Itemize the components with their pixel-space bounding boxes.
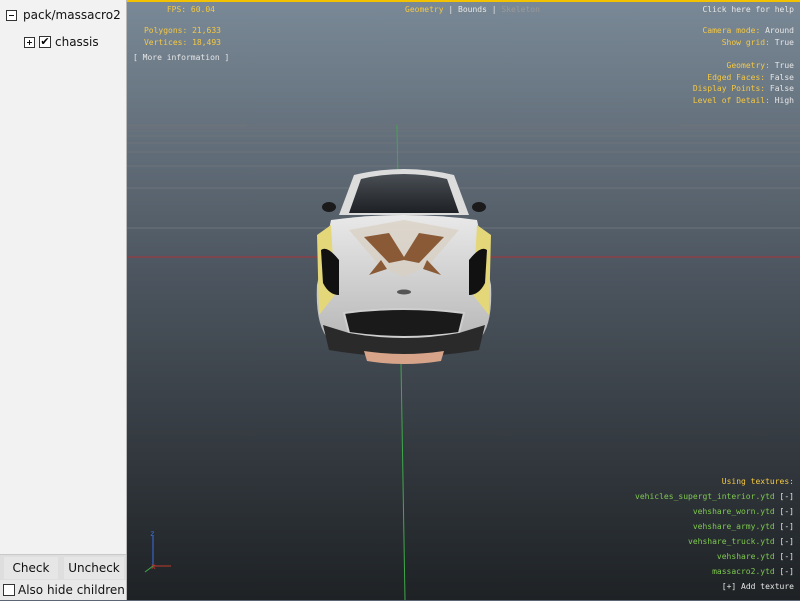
remove-texture-button[interactable]: [-] (780, 507, 794, 516)
chassis-checkbox[interactable]: ✔ (39, 36, 51, 48)
texture-name[interactable]: vehshare.ytd (717, 552, 775, 561)
3d-viewport[interactable]: FPS: 60.04 Polygons: 21,633 Vertices: 18… (127, 0, 800, 600)
texture-name[interactable]: vehshare_army.ytd (693, 522, 775, 531)
show-grid-value[interactable]: True (775, 38, 794, 47)
fps-readout: FPS: 60.04 (166, 5, 215, 14)
also-hide-children-label: Also hide children (18, 583, 125, 597)
tab-separator: | (491, 5, 497, 14)
view-tabs: Geometry | Bounds | Skeleton (405, 4, 540, 16)
tree-child-row[interactable]: ✔ chassis (24, 35, 99, 49)
also-hide-children-row[interactable]: Also hide children (0, 580, 126, 600)
show-grid-label: Show grid: (721, 38, 770, 47)
level-of-detail-label: Level of Detail: (692, 96, 770, 105)
check-all-button[interactable]: Check all (4, 557, 58, 597)
scene-tree-panel: pack/massacro2 ✔ chassis Check all Unche… (0, 0, 127, 600)
add-texture-button[interactable]: [+] Add texture (722, 581, 794, 593)
geometry-label: Geometry: (726, 61, 770, 70)
level-of-detail-value[interactable]: High (775, 96, 794, 105)
remove-texture-button[interactable]: [-] (780, 522, 794, 531)
camera-mode-label: Camera mode: (702, 26, 761, 35)
tree-root-label: pack/massacro2 (23, 8, 121, 22)
texture-row: vehicles_supergt_interior.ytd [-] (635, 491, 794, 503)
tab-skeleton[interactable]: Skeleton (501, 5, 540, 14)
texture-row: vehshare_army.ytd [-] (693, 521, 794, 533)
geometry-row[interactable]: Geometry: True (727, 60, 794, 72)
uncheck-all-button[interactable]: Uncheck all (64, 557, 124, 597)
texture-row: vehshare_truck.ytd [-] (688, 536, 794, 548)
axis-z-label: z (150, 529, 155, 538)
camera-mode-value[interactable]: Around (765, 26, 794, 35)
edged-faces-label: Edged Faces: (707, 73, 766, 82)
textures-title: Using textures: (721, 477, 794, 486)
texture-row: vehshare.ytd [-] (717, 551, 794, 563)
remove-texture-button[interactable]: [-] (780, 567, 794, 576)
tab-geometry[interactable]: Geometry (405, 5, 444, 14)
remove-texture-button[interactable]: [-] (780, 552, 794, 561)
tree-child-label: chassis (55, 35, 99, 49)
vertices-readout: Vertices: 18,493 (143, 38, 221, 47)
axis-x-label: x (151, 562, 156, 571)
camera-mode-row[interactable]: Camera mode: Around (702, 25, 794, 37)
axis-gizmo (144, 536, 171, 573)
more-information-link[interactable]: [ More information ] (133, 52, 229, 64)
texture-name[interactable]: vehshare_truck.ytd (688, 537, 775, 546)
texture-row: massacro2.ytd [-] (712, 566, 794, 578)
texture-row: vehshare_worn.ytd [-] (693, 506, 794, 518)
texture-name[interactable]: massacro2.ytd (712, 567, 775, 576)
texture-name[interactable]: vehshare_worn.ytd (693, 507, 775, 516)
also-hide-children-checkbox[interactable] (3, 584, 15, 596)
geometry-value[interactable]: True (775, 61, 794, 70)
vehicle-model[interactable] (309, 165, 499, 370)
level-of-detail-row[interactable]: Level of Detail: High (693, 95, 794, 107)
polygons-readout: Polygons: 21,633 (143, 26, 221, 35)
remove-texture-button[interactable]: [-] (780, 492, 794, 501)
tree-actions-bar: Check all Uncheck all (0, 554, 126, 597)
show-grid-row[interactable]: Show grid: True (722, 37, 794, 49)
display-points-row[interactable]: Display Points: False (693, 83, 794, 95)
tab-bounds[interactable]: Bounds (458, 5, 487, 14)
tab-separator: | (448, 5, 454, 14)
texture-name[interactable]: vehicles_supergt_interior.ytd (635, 492, 775, 501)
collapse-icon[interactable] (6, 9, 17, 21)
expand-icon[interactable] (24, 36, 35, 48)
remove-texture-button[interactable]: [-] (780, 537, 794, 546)
display-points-value[interactable]: False (770, 84, 794, 93)
help-link[interactable]: Click here for help (702, 4, 794, 16)
display-points-label: Display Points: (692, 84, 766, 93)
edged-faces-value[interactable]: False (770, 73, 794, 82)
tree-root-row[interactable]: pack/massacro2 (6, 8, 121, 22)
